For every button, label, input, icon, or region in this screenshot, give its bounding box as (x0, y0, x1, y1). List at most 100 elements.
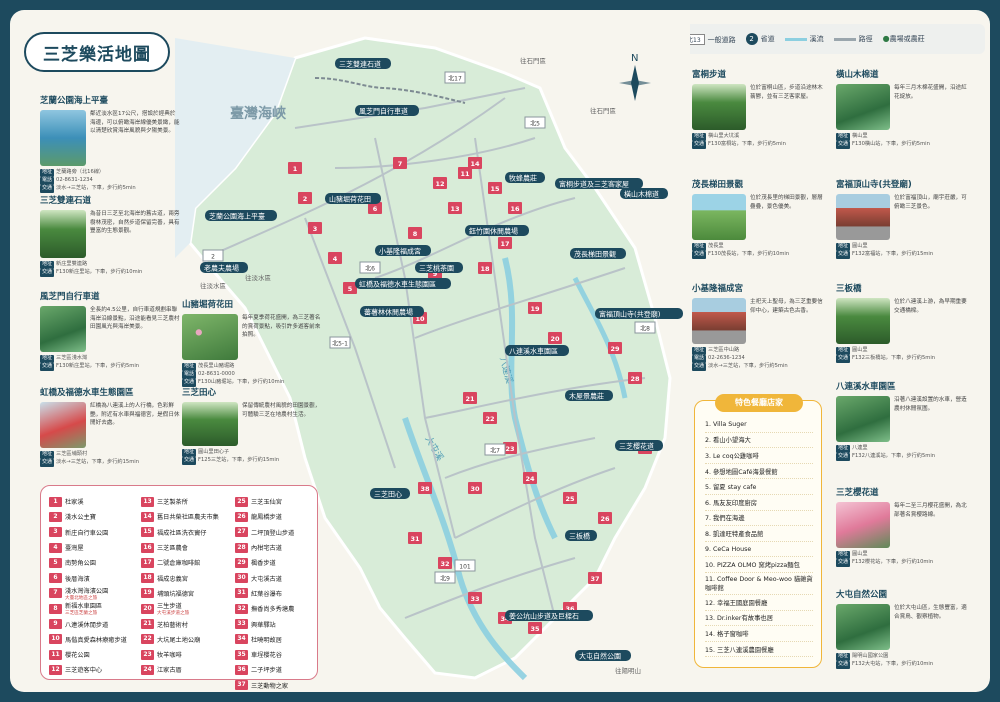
attraction-item[interactable]: 7 淺水灣海濱公園 大臺北地區之旅 (49, 586, 144, 601)
restaurant-item[interactable]: 15. 三芝八連溪農園餐廳 (705, 642, 813, 658)
restaurant-item[interactable]: 1. Villa Suger (705, 417, 813, 433)
card-title: 富桐步道 (692, 70, 727, 80)
card-right-5[interactable]: 小基隆福成宮 主祀天上聖母，為三芝重要信仰中心，建築古色古香。 地址 三芝區中山路 電話… (692, 284, 828, 371)
restaurant-item[interactable]: 14. 格子窗咖啡 (705, 626, 813, 642)
attraction-label: 櫻花公園 (65, 652, 90, 660)
restaurant-item[interactable]: 2. 看山小望海大 (705, 433, 813, 449)
road-marker: 15 (488, 182, 502, 194)
attraction-label: 二子坪步道 (251, 667, 282, 675)
attraction-label: 車埕櫻花谷 (251, 652, 282, 660)
restaurant-item[interactable]: 9. CeCa House (705, 542, 813, 558)
restaurant-item[interactable]: 3. Le coq公雞咖啡 (705, 448, 813, 464)
card-meta: 地址 圓山里 交通 F132櫻花站，下車，步行約10min (836, 551, 934, 567)
road-marker-number: 14 (470, 160, 480, 168)
attraction-label: 埔頭坑福德宮 (157, 590, 195, 598)
attraction-item[interactable]: 5 南勢角公園 (49, 555, 144, 570)
attraction-item[interactable]: 15 福成社區洗衣竇仔 (141, 525, 236, 540)
attraction-item[interactable]: 4 臺灣屋 (49, 540, 144, 555)
card-photo (836, 298, 890, 345)
attraction-label: 福成社區洗衣竇仔 (157, 529, 207, 537)
attraction-number: 10 (49, 634, 62, 645)
road-marker: 18 (478, 262, 492, 274)
restaurant-item[interactable]: 6. 馬友友印度廚房 (705, 495, 813, 511)
restaurant-item[interactable]: 5. 留夏 stay cafe (705, 479, 813, 495)
attraction-item[interactable]: 24 江家古厝 (141, 662, 236, 677)
card-lotus-field[interactable]: 山豬堀荷花田 每年夏季荷花盛開，為三芝著名的賞荷景點，吸引許多遊客前來拍照。 地… (182, 300, 322, 387)
attraction-item[interactable]: 33 興華驛站 (235, 616, 330, 631)
restaurant-item[interactable]: 13. Dr.inker有故事也居 (705, 611, 813, 627)
attraction-item[interactable]: 1 杜家溪 (49, 494, 144, 509)
attraction-item[interactable]: 17 二號倉庫咖啡館 (141, 555, 236, 570)
attraction-item[interactable]: 28 內柑宅古道 (235, 540, 330, 555)
attraction-item[interactable]: 20 三生步道 大屯溪步道之旅 (141, 601, 236, 616)
attraction-item[interactable]: 26 龍鳳橋步道 (235, 509, 330, 524)
card-photo (836, 396, 890, 443)
attraction-item[interactable]: 10 馬偕真愛森林療癒步道 (49, 632, 144, 647)
restaurant-item[interactable]: 8. 凱達旺特產食品館 (705, 526, 813, 542)
road-marker: 12 (433, 177, 447, 189)
attraction-label: 牧羊咖啡 (157, 652, 182, 660)
restaurant-item[interactable]: 10. PIZZA OLMO 窯烤pizza麵包 (705, 557, 813, 573)
attraction-item[interactable]: 14 舊日共榮社區農夫市集 (141, 509, 236, 524)
card-right-2[interactable]: 橫山木棉道 每年三月木棉花盛開，沿途紅花綻放。 地址 橫山里 交通 F130橫山站，下車，… (836, 70, 972, 149)
road-marker-number: 16 (510, 205, 520, 213)
attraction-number: 9 (49, 619, 62, 630)
card-bike-path[interactable]: 風芝門自行車道 全長約4.5公里，自行車道規劃串聯海岸沿線景點，沿途能看見三芝農… (40, 292, 180, 371)
attraction-item[interactable]: 11 櫻花公園 (49, 647, 144, 662)
card-right-3[interactable]: 茂長梯田景觀 位於茂長里的梯田景觀，層層疊疊，景色優美。 地址 茂長里 交通 F130茂長… (692, 180, 828, 259)
card-desc: 每年夏季荷花盛開，為三芝著名的賞荷景點，吸引許多遊客前來拍照。 (242, 315, 321, 338)
attraction-item[interactable]: 21 芝柏藝術村 (141, 616, 236, 631)
attraction-item[interactable]: 32 撫香尚多秀塘農 (235, 601, 330, 616)
card-rainbow-bridge[interactable]: 虹橋及福德水車生態園區 紅橋為八連溪上的人行橋，色彩鮮艷，附近有水車與福德宮，是… (40, 388, 180, 467)
restaurant-item[interactable]: 11. Coffee Door & Meo-woo 貓雜貨咖啡館 (705, 573, 813, 595)
attraction-item[interactable]: 35 車埕櫻花谷 (235, 647, 330, 662)
attraction-item[interactable]: 36 二子坪步道 (235, 662, 330, 677)
card-right-8[interactable]: 三芝櫻花道 每年二至三月櫻花盛開，為北部著名賞櫻路線。 地址 圓山里 交通 F132櫻花站… (836, 488, 972, 567)
attraction-item[interactable]: 25 三芝玉仙宮 (235, 494, 330, 509)
attraction-number: 12 (49, 664, 62, 675)
attraction-item[interactable]: 30 大屯溪古道 (235, 570, 330, 585)
card-right-9[interactable]: 大屯自然公園 位於大屯山區，生態豐富，適合賞鳥、觀察植物。 地址 陽明山國家公園 交通 F… (836, 590, 972, 669)
attraction-item[interactable]: 34 杜曉明故居 (235, 632, 330, 647)
road-marker: 5 (343, 282, 357, 294)
card-right-1[interactable]: 富桐步道 位於富桐山區，步道沿途林木蓊鬱，並有三芝客家屋。 地址 橫山里大坑溪 交通 F1… (692, 70, 828, 149)
route-shield-text: 北5 (530, 120, 540, 128)
attraction-item[interactable]: 9 八連溪休閒步道 (49, 616, 144, 631)
attraction-item[interactable]: 2 淺水公主寶 (49, 509, 144, 524)
card-title: 三板橋 (836, 284, 862, 294)
card-right-7[interactable]: 八連溪水車園區 沿著八連溪設置的水車，營造農村休閒氛圍。 地址 八連里 交通 F132八連… (836, 382, 972, 461)
attraction-item[interactable]: 31 紅葉谷瀑布 (235, 586, 330, 601)
card-right-4[interactable]: 富福頂山寺(共登廟) 位於富福頂山，廟宇莊嚴，可俯瞰三芝景色。 地址 圓山里 交通 F13… (836, 180, 972, 259)
place-label-text: 蕃薯林休閒農場 (364, 308, 413, 317)
card-shuanglian[interactable]: 三芝雙連石道 為昔日三芝至北海岸的舊古道，兩旁樹林茂密，自然步道保留完善，具有豐… (40, 196, 180, 277)
attraction-item[interactable]: 27 二坪頂登山步道 (235, 525, 330, 540)
attraction-item[interactable]: 3 新庄自行車公園 (49, 525, 144, 540)
farm-icon: ● (882, 34, 890, 43)
attraction-item[interactable]: 37 三芝動物之家 (235, 678, 330, 692)
attraction-label: 芝柏藝術村 (157, 621, 188, 629)
restaurant-item[interactable]: 12. 幸福王國庭園餐廳 (705, 595, 813, 611)
attraction-item[interactable]: 29 楓香步道 (235, 555, 330, 570)
attraction-item[interactable]: 18 福成忠義宮 (141, 570, 236, 585)
attraction-item[interactable]: 22 大坑尾土地公廟 (141, 632, 236, 647)
attraction-number: 22 (141, 634, 154, 645)
attraction-label: 杜家溪 (65, 499, 84, 507)
route-shield: 北5 (524, 116, 546, 129)
attraction-item[interactable]: 6 後厝海濱 (49, 570, 144, 585)
restaurant-item[interactable]: 4. 參想地圖Café海景餐館 (705, 464, 813, 480)
attraction-item[interactable]: 12 三芝遊客中心 (49, 662, 144, 677)
attraction-item[interactable]: 19 埔頭坑福德宮 (141, 586, 236, 601)
card-tianxin[interactable]: 三芝田心 保留傳統農村風貌的田園景觀，可體驗三芝在地農村生活。 地址 圓山里田心子… (182, 388, 322, 465)
restaurant-item[interactable]: 7. 我們在海邊 (705, 511, 813, 527)
card-desc: 每年三月木棉花盛開，沿途紅花綻放。 (894, 85, 967, 100)
card-photo (692, 298, 746, 345)
road-marker: 3 (308, 222, 322, 234)
attraction-item[interactable]: 13 三芝製茶所 (141, 494, 236, 509)
card-photo (692, 194, 746, 241)
card-title: 大屯自然公園 (836, 590, 888, 600)
card-zhilan-platform[interactable]: 芝蘭公園海上平臺 鄰近淡水區17公尺，搭設於經典於海邊，可以俯瞰海岸線優美景緻，… (40, 96, 180, 193)
card-right-6[interactable]: 三板橋 位於八連溪上游，為早期重要交通橋樑。 地址 圓山里 交通 F132三板橋站，下車，… (836, 284, 972, 363)
attraction-item[interactable]: 23 牧羊咖啡 (141, 647, 236, 662)
attraction-item[interactable]: 8 新福水車園區 三芝區芝蘭之旅 (49, 601, 144, 616)
attraction-item[interactable]: 16 三芝區農會 (141, 540, 236, 555)
